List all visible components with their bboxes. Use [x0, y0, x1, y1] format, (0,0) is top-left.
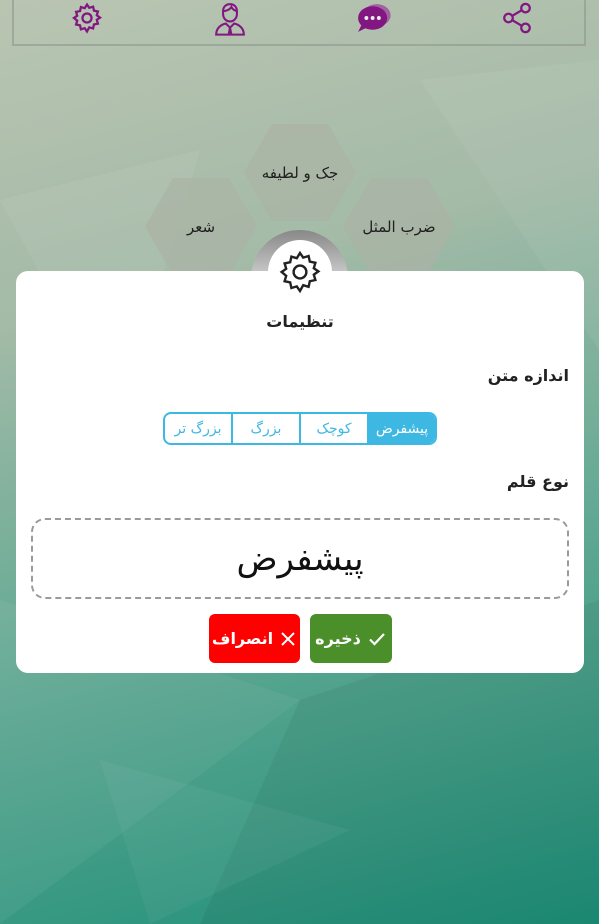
text-size-option-default[interactable]: پیشفرض: [367, 414, 435, 443]
save-button[interactable]: ذخیره: [310, 614, 392, 663]
text-size-option-larger[interactable]: بزرگ تر: [165, 414, 231, 443]
close-icon: [281, 631, 295, 646]
cancel-button[interactable]: انصراف: [209, 614, 300, 663]
dialog-title: تنظیمات: [266, 312, 334, 331]
cancel-button-label: انصراف: [211, 629, 274, 648]
font-type-label: نوع قلم: [506, 472, 569, 491]
font-type-selector[interactable]: پیشفرض: [31, 518, 569, 599]
text-size-option-small[interactable]: کوچک: [299, 414, 367, 443]
dialog-icon-badge: [268, 240, 332, 304]
font-type-value: پیشفرض: [236, 538, 364, 579]
text-size-option-large[interactable]: بزرگ: [231, 414, 299, 443]
text-size-selector: پیشفرض کوچک بزرگ بزرگ تر: [163, 412, 437, 445]
gear-icon: [279, 250, 321, 294]
checkmark-icon: [369, 632, 385, 646]
settings-dialog: [16, 271, 584, 673]
save-button-label: ذخیره: [315, 629, 361, 648]
text-size-label: اندازه متن: [487, 366, 569, 385]
